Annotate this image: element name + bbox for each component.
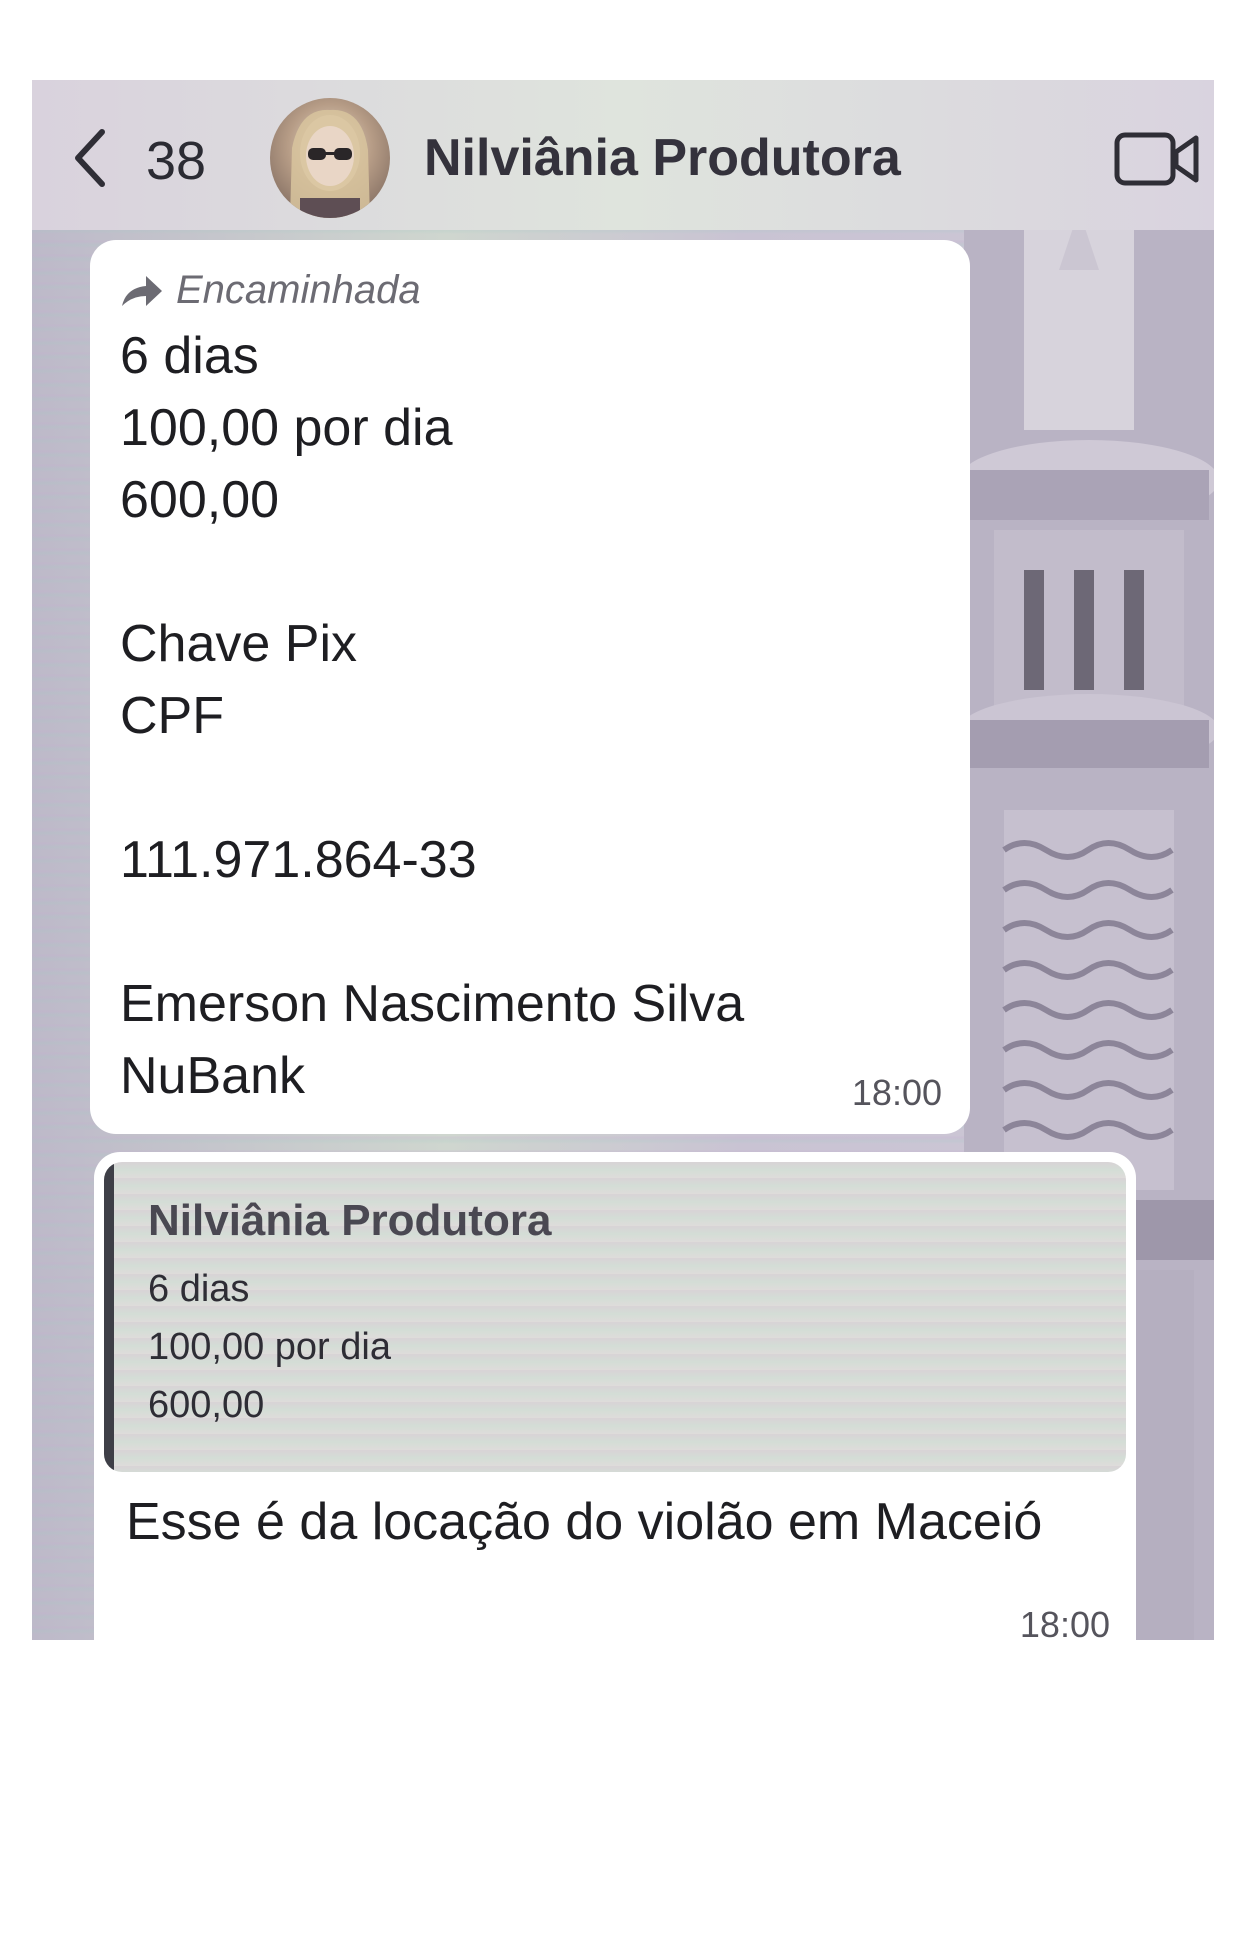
chat-screenshot: 38 Nilviânia Produtora Encaminhada 6 dia…	[32, 80, 1214, 1640]
forwarded-label: Encaminhada	[176, 268, 421, 312]
message-text: Esse é da locação do violão em Maceió	[126, 1493, 1043, 1551]
message-time: 18:00	[851, 1072, 942, 1113]
quoted-author: Nilviânia Produtora	[148, 1196, 552, 1245]
message-time: 18:00	[1019, 1604, 1110, 1640]
message-bubble-forwarded[interactable]: Encaminhada 6 dias 100,00 por dia 600,00…	[90, 240, 970, 1134]
chevron-left-icon[interactable]	[72, 128, 108, 188]
forward-arrow-icon	[122, 275, 162, 306]
message-text: 6 dias 100,00 por dia 600,00 Chave Pix C…	[120, 327, 745, 1105]
quoted-text: 6 dias 100,00 por dia 600,00	[148, 1268, 391, 1426]
video-camera-icon[interactable]	[1114, 130, 1200, 188]
chat-header: 38 Nilviânia Produtora	[32, 80, 1214, 230]
forwarded-indicator: Encaminhada	[120, 268, 421, 313]
avatar-photo-icon	[290, 109, 370, 218]
contact-avatar[interactable]	[270, 98, 390, 218]
message-bubble-reply[interactable]: Nilviânia Produtora 6 dias 100,00 por di…	[94, 1152, 1136, 1640]
quoted-message[interactable]: Nilviânia Produtora 6 dias 100,00 por di…	[104, 1162, 1126, 1472]
unread-count[interactable]: 38	[146, 130, 206, 192]
contact-name[interactable]: Nilviânia Produtora	[424, 128, 901, 188]
quote-accent-bar	[104, 1162, 114, 1472]
